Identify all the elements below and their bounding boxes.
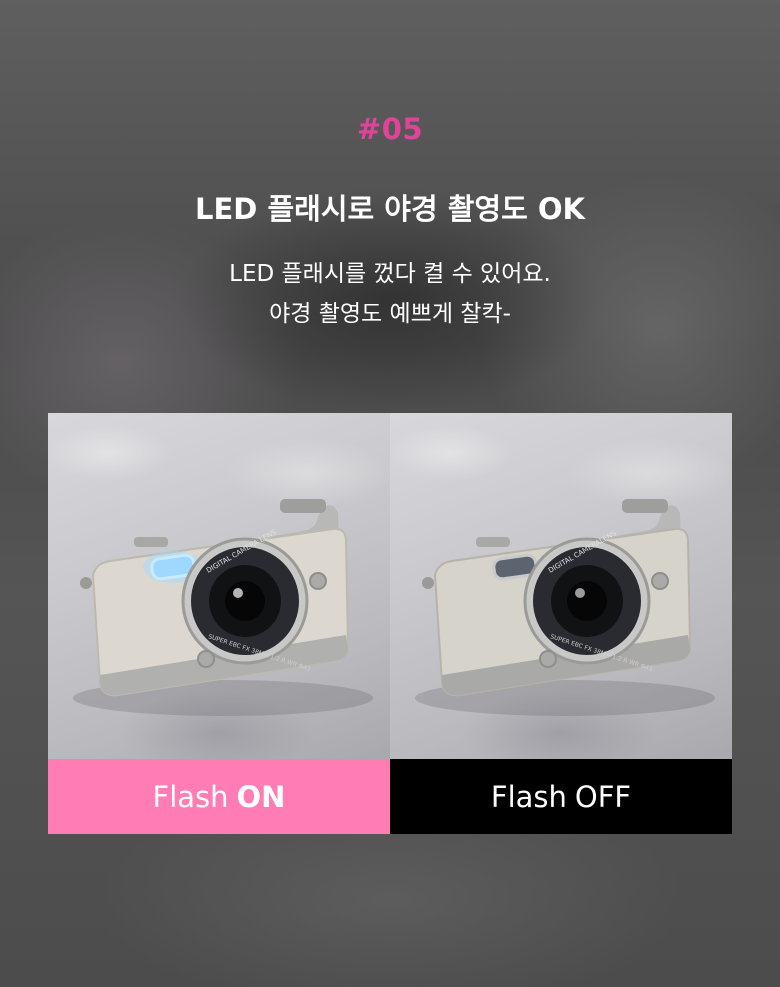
description-line-1: LED 플래시를 껐다 켤 수 있어요.: [229, 261, 551, 287]
caption-state: ON: [236, 779, 286, 814]
caption-prefix: Flash: [490, 779, 567, 814]
caption-state: OFF: [574, 779, 632, 814]
section-description: LED 플래시를 껐다 켤 수 있어요. 야경 촬영도 예쁘게 찰칵-: [0, 254, 780, 334]
flash-off-panel: DIGITAL CAMERALENS SUPER EBC FX 38MM 1:2…: [390, 413, 732, 834]
flash-off-photo: DIGITAL CAMERALENS SUPER EBC FX 38MM 1:2…: [390, 413, 732, 759]
section-number: #05: [356, 112, 424, 146]
camera-illustration-flash-on: DIGITAL CAMERA LENS SUPER EBC FX 38MM 1:…: [73, 499, 373, 716]
section-title: LED 플래시로 야경 촬영도 OK: [195, 192, 585, 226]
description-line-2: 야경 촬영도 예쁘게 찰칵-: [269, 301, 511, 327]
flash-on-panel: DIGITAL CAMERA LENS SUPER EBC FX 38MM 1:…: [48, 413, 390, 834]
flash-on-photo: DIGITAL CAMERA LENS SUPER EBC FX 38MM 1:…: [48, 413, 390, 759]
caption-prefix: Flash: [152, 779, 229, 814]
flash-on-caption: Flash ON: [48, 759, 390, 834]
camera-illustration-flash-off: DIGITAL CAMERALENS SUPER EBC FX 38MM 1:2…: [415, 499, 715, 716]
flash-off-caption: Flash OFF: [390, 759, 732, 834]
